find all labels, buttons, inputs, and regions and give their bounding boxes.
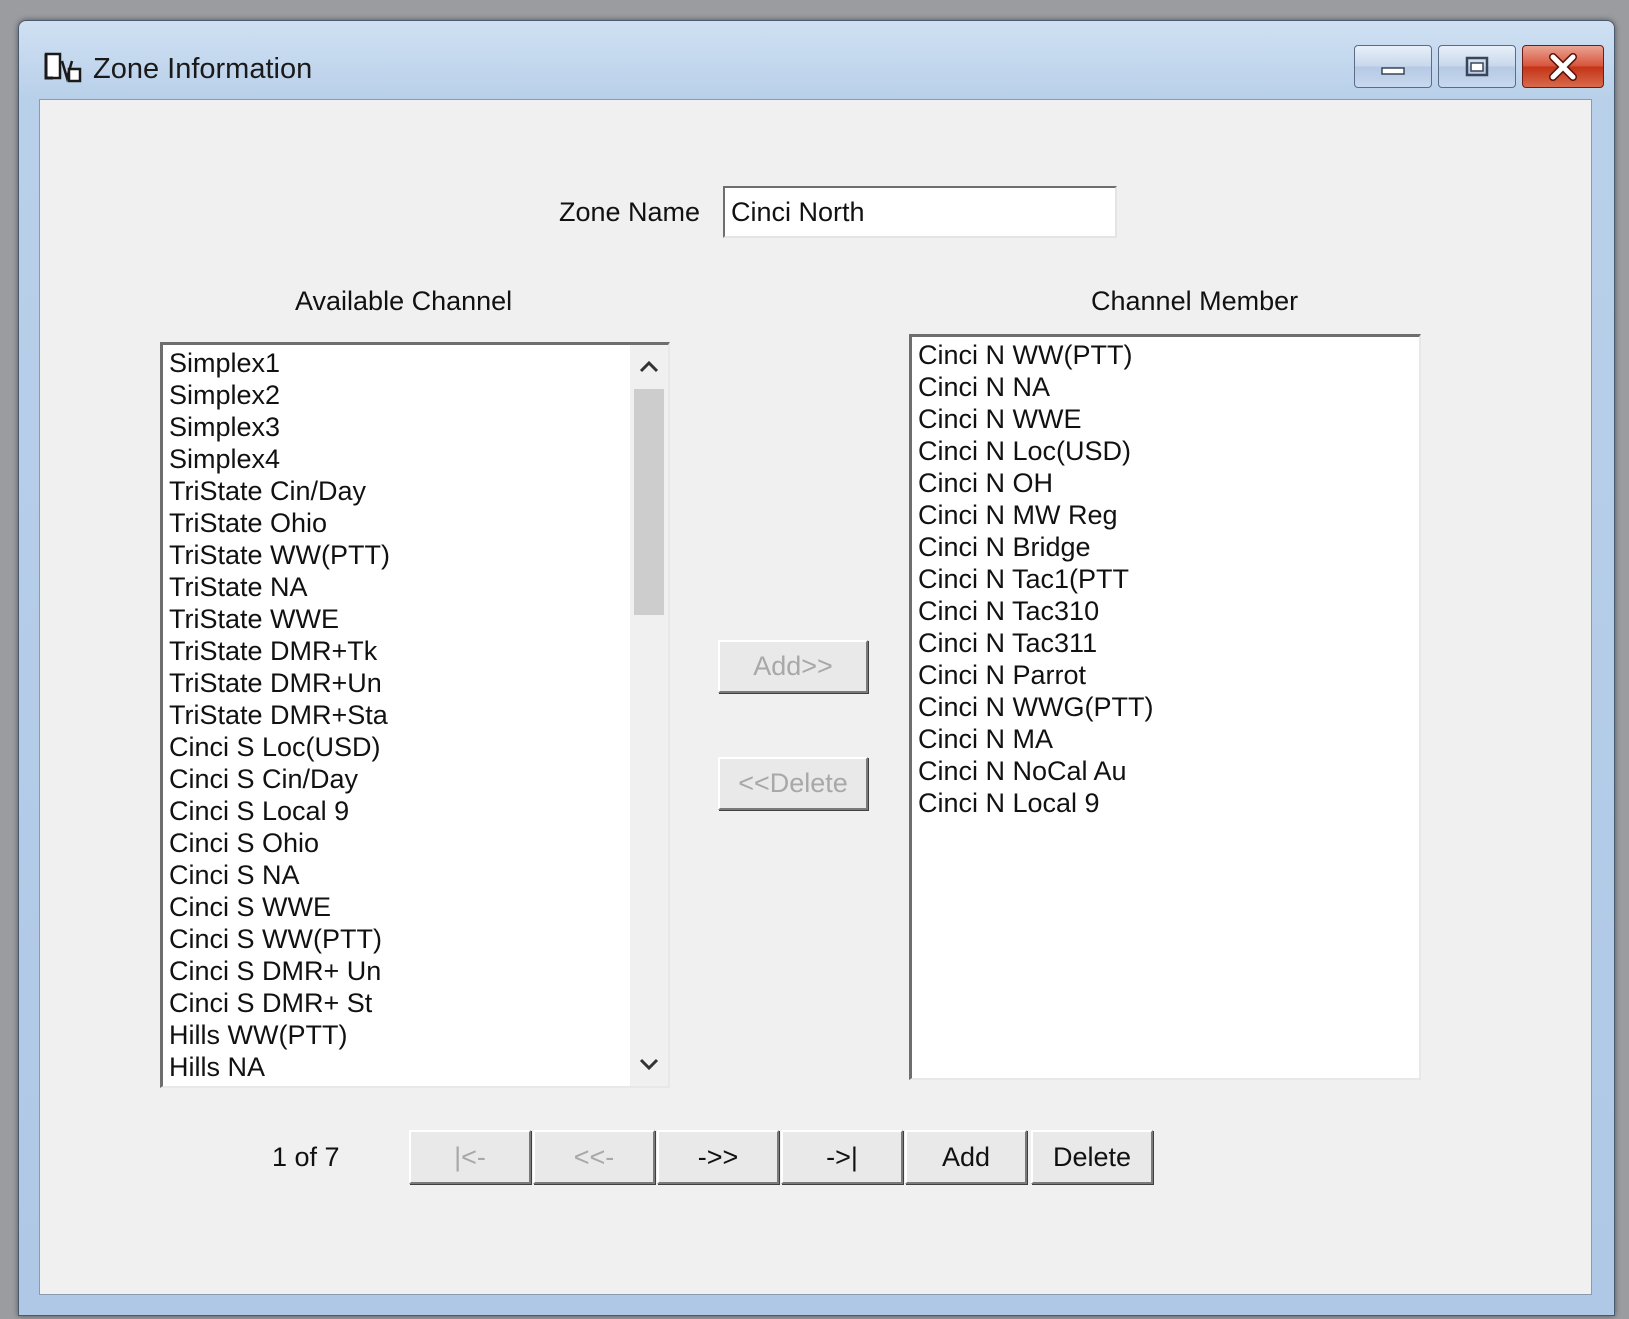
available-channel-item[interactable]: TriState WWE (169, 603, 668, 635)
delete-zone-button[interactable]: Delete (1031, 1130, 1153, 1184)
available-channel-item[interactable]: Hills NA (169, 1051, 668, 1083)
available-channel-item[interactable]: Cinci S Local 9 (169, 795, 668, 827)
channel-member-item[interactable]: Cinci N Tac310 (918, 595, 1419, 627)
add-to-member-button[interactable]: Add>> (718, 640, 868, 693)
chevron-up-icon (639, 360, 659, 373)
scroll-down-button[interactable] (630, 1042, 668, 1086)
channel-member-item[interactable]: Cinci N OH (918, 467, 1419, 499)
maximize-icon (1465, 56, 1489, 76)
minimize-icon (1381, 66, 1405, 75)
first-record-button[interactable]: |<- (409, 1130, 531, 1184)
previous-record-button[interactable]: <<- (533, 1130, 655, 1184)
chevron-down-icon (639, 1058, 659, 1071)
available-channel-item[interactable]: TriState NA (169, 571, 668, 603)
channel-member-label: Channel Member (1091, 286, 1299, 316)
available-channel-item[interactable]: Cinci S NA (169, 859, 668, 891)
available-channel-item[interactable]: Hills WW(PTT) (169, 1019, 668, 1051)
dialog-body: Zone Name Available Channel Channel Memb… (39, 99, 1592, 1295)
available-channel-item[interactable]: Cinci S WWE (169, 891, 668, 923)
scroll-up-button[interactable] (630, 345, 668, 389)
scroll-thumb[interactable] (634, 389, 664, 615)
channel-member-item[interactable]: Cinci N WWG(PTT) (918, 691, 1419, 723)
channel-member-item[interactable]: Cinci N Bridge (918, 531, 1419, 563)
channel-member-item[interactable]: Cinci N Tac1(PTT (918, 563, 1419, 595)
available-channel-item[interactable]: Cinci S WW(PTT) (169, 923, 668, 955)
channel-member-item[interactable]: Cinci N Tac311 (918, 627, 1419, 659)
available-channel-items: Simplex1 Simplex2 Simplex3 Simplex4 TriState… (163, 345, 668, 1083)
channel-member-item[interactable]: Cinci N NoCal Au (918, 755, 1419, 787)
channel-member-item[interactable]: Cinci N NA (918, 371, 1419, 403)
delete-from-member-button[interactable]: <<Delete (718, 757, 868, 810)
available-channel-scrollbar[interactable] (630, 345, 668, 1086)
window-title: Zone Information (93, 53, 313, 85)
available-channel-item[interactable]: Cinci S Cin/Day (169, 763, 668, 795)
available-channel-item[interactable]: Simplex4 (169, 443, 668, 475)
zone-app-icon (44, 52, 82, 83)
page-status: 1 of 7 (272, 1142, 340, 1172)
available-channel-item[interactable]: Simplex3 (169, 411, 668, 443)
available-channel-item[interactable]: TriState Ohio (169, 507, 668, 539)
title-bar[interactable]: Zone Information (19, 21, 1614, 99)
channel-member-items: Cinci N WW(PTT) Cinci N NA Cinci N WWE Cinc… (912, 337, 1419, 819)
available-channel-item[interactable]: Cinci S Ohio (169, 827, 668, 859)
channel-member-item[interactable]: Cinci N WW(PTT) (918, 339, 1419, 371)
zone-information-window: Zone Information Zone Name Available Cha… (18, 20, 1615, 1316)
channel-member-item[interactable]: Cinci N Loc(USD) (918, 435, 1419, 467)
channel-member-item[interactable]: Cinci N WWE (918, 403, 1419, 435)
available-channel-item[interactable]: Simplex1 (169, 347, 668, 379)
available-channel-item[interactable]: TriState Cin/Day (169, 475, 668, 507)
minimize-button[interactable] (1354, 45, 1432, 88)
available-channel-item[interactable]: Cinci S DMR+ St (169, 987, 668, 1019)
available-channel-list[interactable]: Simplex1 Simplex2 Simplex3 Simplex4 TriState… (160, 342, 670, 1088)
maximize-button[interactable] (1438, 45, 1516, 88)
channel-member-item[interactable]: Cinci N MA (918, 723, 1419, 755)
zone-name-input[interactable] (723, 186, 1117, 238)
available-channel-item[interactable]: Simplex2 (169, 379, 668, 411)
close-button[interactable] (1522, 45, 1604, 88)
available-channel-item[interactable]: Cinci S Loc(USD) (169, 731, 668, 763)
channel-member-item[interactable]: Cinci N MW Reg (918, 499, 1419, 531)
channel-member-item[interactable]: Cinci N Local 9 (918, 787, 1419, 819)
channel-member-item[interactable]: Cinci N Parrot (918, 659, 1419, 691)
add-zone-button[interactable]: Add (905, 1130, 1027, 1184)
last-record-button[interactable]: ->| (781, 1130, 903, 1184)
available-channel-item[interactable]: TriState DMR+Tk (169, 635, 668, 667)
available-channel-item[interactable]: TriState DMR+Un (169, 667, 668, 699)
available-channel-label: Available Channel (295, 286, 513, 316)
available-channel-item[interactable]: TriState DMR+Sta (169, 699, 668, 731)
next-record-button[interactable]: ->> (657, 1130, 779, 1184)
zone-name-label: Zone Name (559, 197, 701, 227)
available-channel-item[interactable]: TriState WW(PTT) (169, 539, 668, 571)
close-icon (1549, 52, 1577, 81)
channel-member-list[interactable]: Cinci N WW(PTT) Cinci N NA Cinci N WWE Cinc… (909, 334, 1421, 1080)
available-channel-item[interactable]: Cinci S DMR+ Un (169, 955, 668, 987)
